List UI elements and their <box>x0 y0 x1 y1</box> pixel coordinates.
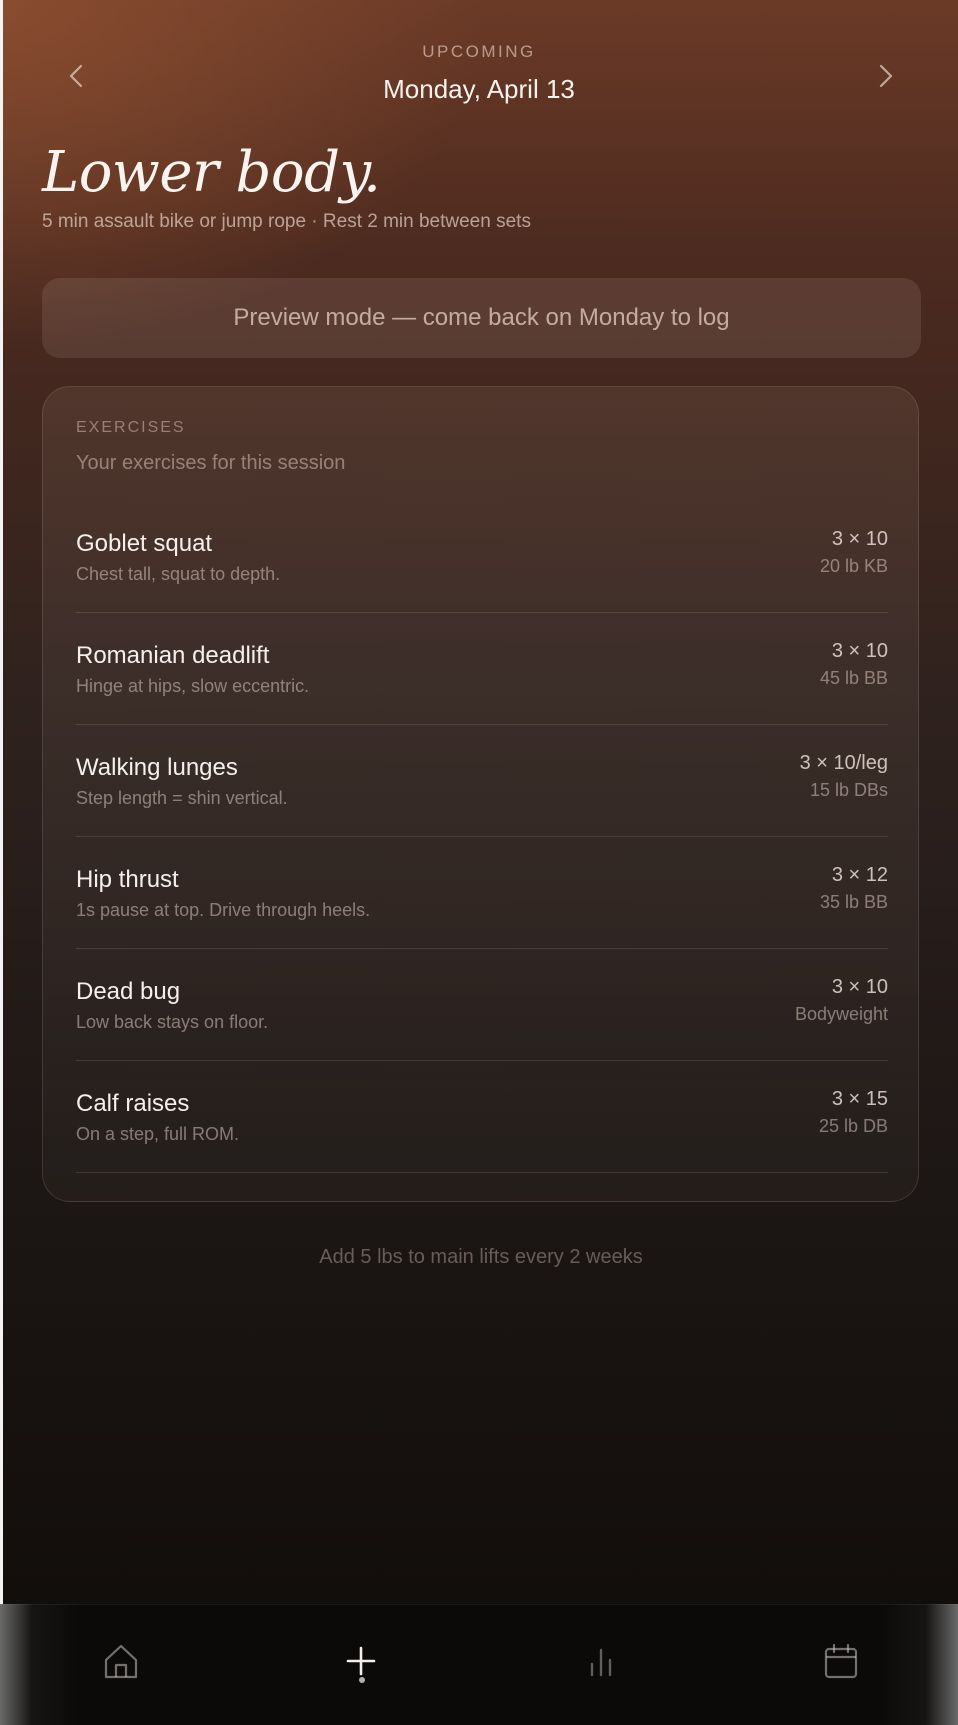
exercise-load: 20 lb KB <box>819 556 888 576</box>
card-subtitle: Your exercises for this session <box>76 452 346 474</box>
exercise-note: Chest tall, squat to depth. <box>76 564 281 584</box>
exercise-load: Bodyweight <box>794 1004 888 1024</box>
workout-subtitle: 5 min assault bike or jump rope · Rest 2… <box>42 211 531 232</box>
exercise-note: Step length = shin vertical. <box>76 788 288 808</box>
exercise-load: 25 lb DB <box>818 1116 888 1136</box>
exercise-sets: 3 × 10 <box>831 528 888 550</box>
exercise-name: Hip thrust <box>76 866 179 893</box>
exercise-note: 1s pause at top. Drive through heels. <box>76 900 371 920</box>
exercise-name: Calf raises <box>76 1090 190 1117</box>
chevron-right-icon <box>879 64 893 88</box>
tab-bar <box>0 1604 958 1725</box>
tab-home[interactable] <box>91 1631 151 1691</box>
exercise-name: Walking lunges <box>76 754 238 781</box>
tab-calendar[interactable] <box>811 1631 871 1691</box>
exercise-note: Hinge at hips, slow eccentric. <box>76 676 310 696</box>
exercise-name: Romanian deadlift <box>76 642 270 669</box>
exercise-sets: 3 × 10 <box>831 640 888 662</box>
exercise-sets: 3 × 10/leg <box>799 752 888 774</box>
plus-icon <box>346 1646 376 1676</box>
workout-title: Lower body. <box>42 140 381 205</box>
window-edge <box>0 0 3 1604</box>
exercises-card: EXERCISES Your exercises for this sessio… <box>42 386 919 1202</box>
screen: UPCOMING Monday, April 13 Lower body. 5 … <box>0 0 958 1725</box>
exercise-row[interactable]: Dead bug Low back stays on floor. 3 × 10… <box>76 948 888 1061</box>
exercise-row[interactable]: Walking lunges Step length = shin vertic… <box>76 724 888 837</box>
active-tab-indicator <box>359 1677 365 1683</box>
bar-chart-icon <box>590 1648 612 1677</box>
exercise-row[interactable]: Goblet squat Chest tall, squat to depth.… <box>76 500 888 613</box>
exercise-load: 45 lb BB <box>819 668 888 688</box>
exercise-note: On a step, full ROM. <box>76 1124 240 1144</box>
exercise-row[interactable]: Calf raises On a step, full ROM. 3 × 15 … <box>76 1060 888 1173</box>
exercise-row[interactable]: Hip thrust 1s pause at top. Drive throug… <box>76 836 888 949</box>
preview-mode-banner: Preview mode — come back on Monday to lo… <box>42 278 921 358</box>
header-date: Monday, April 13 <box>383 74 575 104</box>
exercise-row[interactable]: Romanian deadlift Hinge at hips, slow ec… <box>76 612 888 725</box>
card-label: EXERCISES <box>76 419 186 436</box>
exercise-load: 35 lb BB <box>819 892 888 912</box>
exercise-name: Goblet squat <box>76 530 213 557</box>
home-icon <box>104 1644 138 1679</box>
next-day-button[interactable] <box>868 58 904 94</box>
progression-note: Add 5 lbs to main lifts every 2 weeks <box>319 1246 643 1268</box>
tab-stats[interactable] <box>571 1631 631 1691</box>
exercise-name: Dead bug <box>76 978 181 1005</box>
exercise-note: Low back stays on floor. <box>76 1012 269 1032</box>
calendar-icon <box>824 1643 858 1679</box>
exercise-load: 15 lb DBs <box>809 780 888 800</box>
exercise-sets: 3 × 15 <box>831 1088 888 1110</box>
exercise-sets: 3 × 12 <box>831 864 888 886</box>
header-kicker: UPCOMING <box>422 42 536 61</box>
exercise-sets: 3 × 10 <box>831 976 888 998</box>
